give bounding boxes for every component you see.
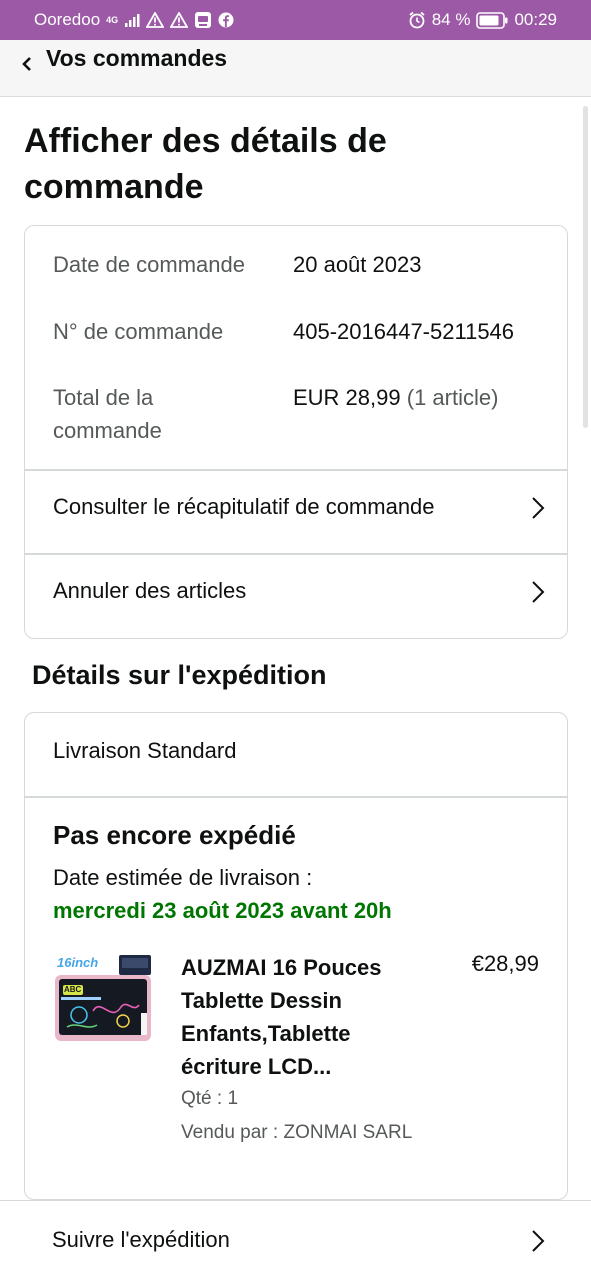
track-shipment-label: Suivre l'expédition <box>52 1227 230 1252</box>
warning-icon <box>146 12 165 28</box>
order-date-value: 20 août 2023 <box>293 252 422 277</box>
order-item-count: (1 article) <box>406 385 499 410</box>
product-quantity: Qté : 1 <box>181 1088 239 1109</box>
status-left: Ooredoo 4G <box>34 10 234 30</box>
order-total-value-wrap: EUR 28,99 (1 article) <box>293 381 498 414</box>
order-info-card: Date de commande 20 août 2023 N° de comm… <box>24 225 568 639</box>
order-number-label: N° de commande <box>53 319 224 344</box>
shipment-status: Pas encore expédié <box>53 820 296 850</box>
nav-bar: Vos commandes <box>0 40 591 97</box>
chevron-right-icon <box>531 1229 545 1258</box>
app-notification-icon <box>194 11 212 29</box>
view-summary-label: Consulter le récapitulatif de commande <box>53 494 435 519</box>
facebook-icon <box>218 12 234 28</box>
track-shipment-row[interactable]: Suivre l'expédition <box>0 1200 591 1281</box>
product-seller: Vendu par : ZONMAI SARL <box>181 1122 413 1143</box>
product-price: €28,99 <box>471 951 539 976</box>
view-summary-link[interactable]: Consulter le récapitulatif de commande <box>53 494 543 520</box>
product-title[interactable]: AUZMAI 16 Pouces Tablette Dessin Enfants… <box>181 951 421 1083</box>
warning-icon <box>170 12 189 28</box>
product-image-size-text: 16inch <box>57 955 99 970</box>
cancel-items-link[interactable]: Annuler des articles <box>53 578 543 604</box>
delivery-estimate-label: Date estimée de livraison : <box>53 865 313 890</box>
battery-percent: 84 % <box>431 10 471 29</box>
divider <box>25 469 567 471</box>
delivery-estimate-date: mercredi 23 août 2023 avant 20h <box>53 898 392 923</box>
status-bar: Ooredoo 4G 84 % 00:29 <box>0 0 591 40</box>
order-total-row: Total de la commande EUR 28,99 (1 articl… <box>53 381 498 447</box>
clock: 00:29 <box>514 10 557 29</box>
scrollbar[interactable] <box>583 106 588 428</box>
back-chevron-icon[interactable] <box>20 46 34 82</box>
chevron-right-icon <box>531 496 545 525</box>
product-image-abc-text: ABC <box>64 985 82 994</box>
shipping-method: Livraison Standard <box>53 738 237 763</box>
shipment-section-title: Détails sur l'expédition <box>32 660 327 690</box>
chevron-right-icon <box>531 580 545 609</box>
cancel-items-label: Annuler des articles <box>53 578 247 603</box>
order-total-label: Total de la commande <box>53 385 162 443</box>
signal-icon <box>124 12 140 28</box>
page-title: Afficher des détails de commande <box>24 122 387 206</box>
order-date-label: Date de commande <box>53 252 245 277</box>
divider <box>25 553 567 555</box>
network-indicator: 4G <box>106 14 119 25</box>
order-total-value: EUR 28,99 <box>293 385 401 410</box>
carrier-name: Ooredoo <box>34 10 101 29</box>
shipment-card: Livraison Standard Pas encore expédié Da… <box>24 712 568 1200</box>
alarm-icon <box>408 11 426 29</box>
order-date-row: Date de commande 20 août 2023 <box>53 248 421 281</box>
battery-icon <box>476 11 508 29</box>
divider <box>25 796 567 798</box>
order-number-value: 405-2016447-5211546 <box>293 319 515 344</box>
product-image[interactable]: 16inch ABC <box>53 953 153 1045</box>
order-number-row: N° de commande 405-2016447-5211546 <box>53 315 514 348</box>
back-link[interactable]: Vos commandes <box>46 45 227 72</box>
status-right: 84 % 00:29 <box>408 10 557 30</box>
